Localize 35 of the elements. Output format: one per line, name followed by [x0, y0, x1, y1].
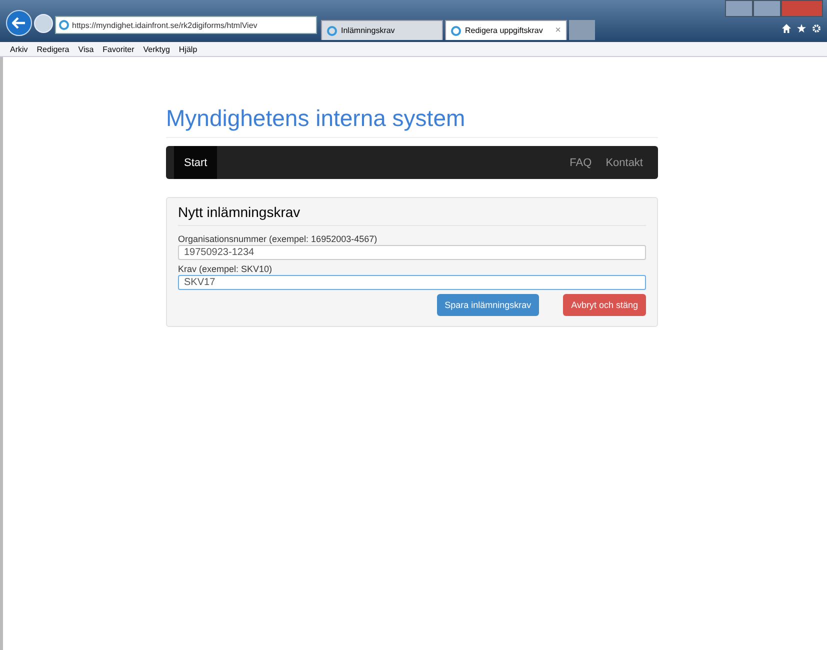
- tab-close-button[interactable]: ×: [555, 25, 561, 36]
- nav-link[interactable]: Kontakt: [598, 146, 650, 179]
- star-icon[interactable]: [797, 24, 806, 33]
- menu-item[interactable]: Hjälp: [178, 44, 198, 54]
- tab-title: Redigera uppgiftskrav: [465, 26, 543, 35]
- menu-item[interactable]: Verktyg: [143, 44, 170, 54]
- settings-icon[interactable]: [812, 24, 821, 33]
- maximize-button[interactable]: [753, 0, 781, 17]
- browser-logo-icon: [59, 20, 69, 30]
- nav-link[interactable]: Start: [174, 146, 218, 179]
- field-label: Krav (exempel: SKV10): [178, 264, 274, 274]
- browser-tab[interactable]: Redigera uppgiftskrav ×: [445, 20, 567, 40]
- back-button[interactable]: [6, 10, 32, 36]
- browser-logo-icon: [327, 26, 337, 36]
- cancel-button[interactable]: Avbryt och stäng: [563, 294, 646, 316]
- forward-button[interactable]: [34, 14, 53, 32]
- browser-tab[interactable]: Inlämningskrav: [321, 20, 443, 40]
- field-label: Organisationsnummer (exempel: 16952003-4567): [178, 234, 378, 244]
- page-title: Myndighetens interna system: [166, 105, 658, 138]
- input-field[interactable]: SKV17: [178, 275, 646, 290]
- address-url: https://myndighet.idainfront.se/rk2digiforms/htmlViev: [72, 20, 258, 30]
- address-bar[interactable]: https://myndighet.idainfront.se/rk2digiforms/htmlViev: [55, 16, 317, 34]
- menu-item[interactable]: Visa: [78, 44, 94, 54]
- minimize-button[interactable]: [725, 0, 753, 17]
- back-arrow-icon[interactable]: [12, 17, 26, 29]
- browser-logo-icon: [451, 26, 461, 36]
- input-field[interactable]: 19750923-1234: [178, 245, 646, 260]
- menu-item[interactable]: Arkiv: [10, 44, 28, 54]
- save-button[interactable]: Spara inlämningskrav: [436, 294, 540, 316]
- menu-item[interactable]: Favoriter: [102, 44, 134, 54]
- nav-link[interactable]: FAQ: [562, 146, 599, 179]
- menu-item[interactable]: Redigera: [36, 44, 70, 54]
- panel-heading: Nytt inlämningskrav: [178, 204, 646, 226]
- tab-title: Inlämningskrav: [341, 26, 395, 35]
- home-icon[interactable]: [782, 24, 791, 33]
